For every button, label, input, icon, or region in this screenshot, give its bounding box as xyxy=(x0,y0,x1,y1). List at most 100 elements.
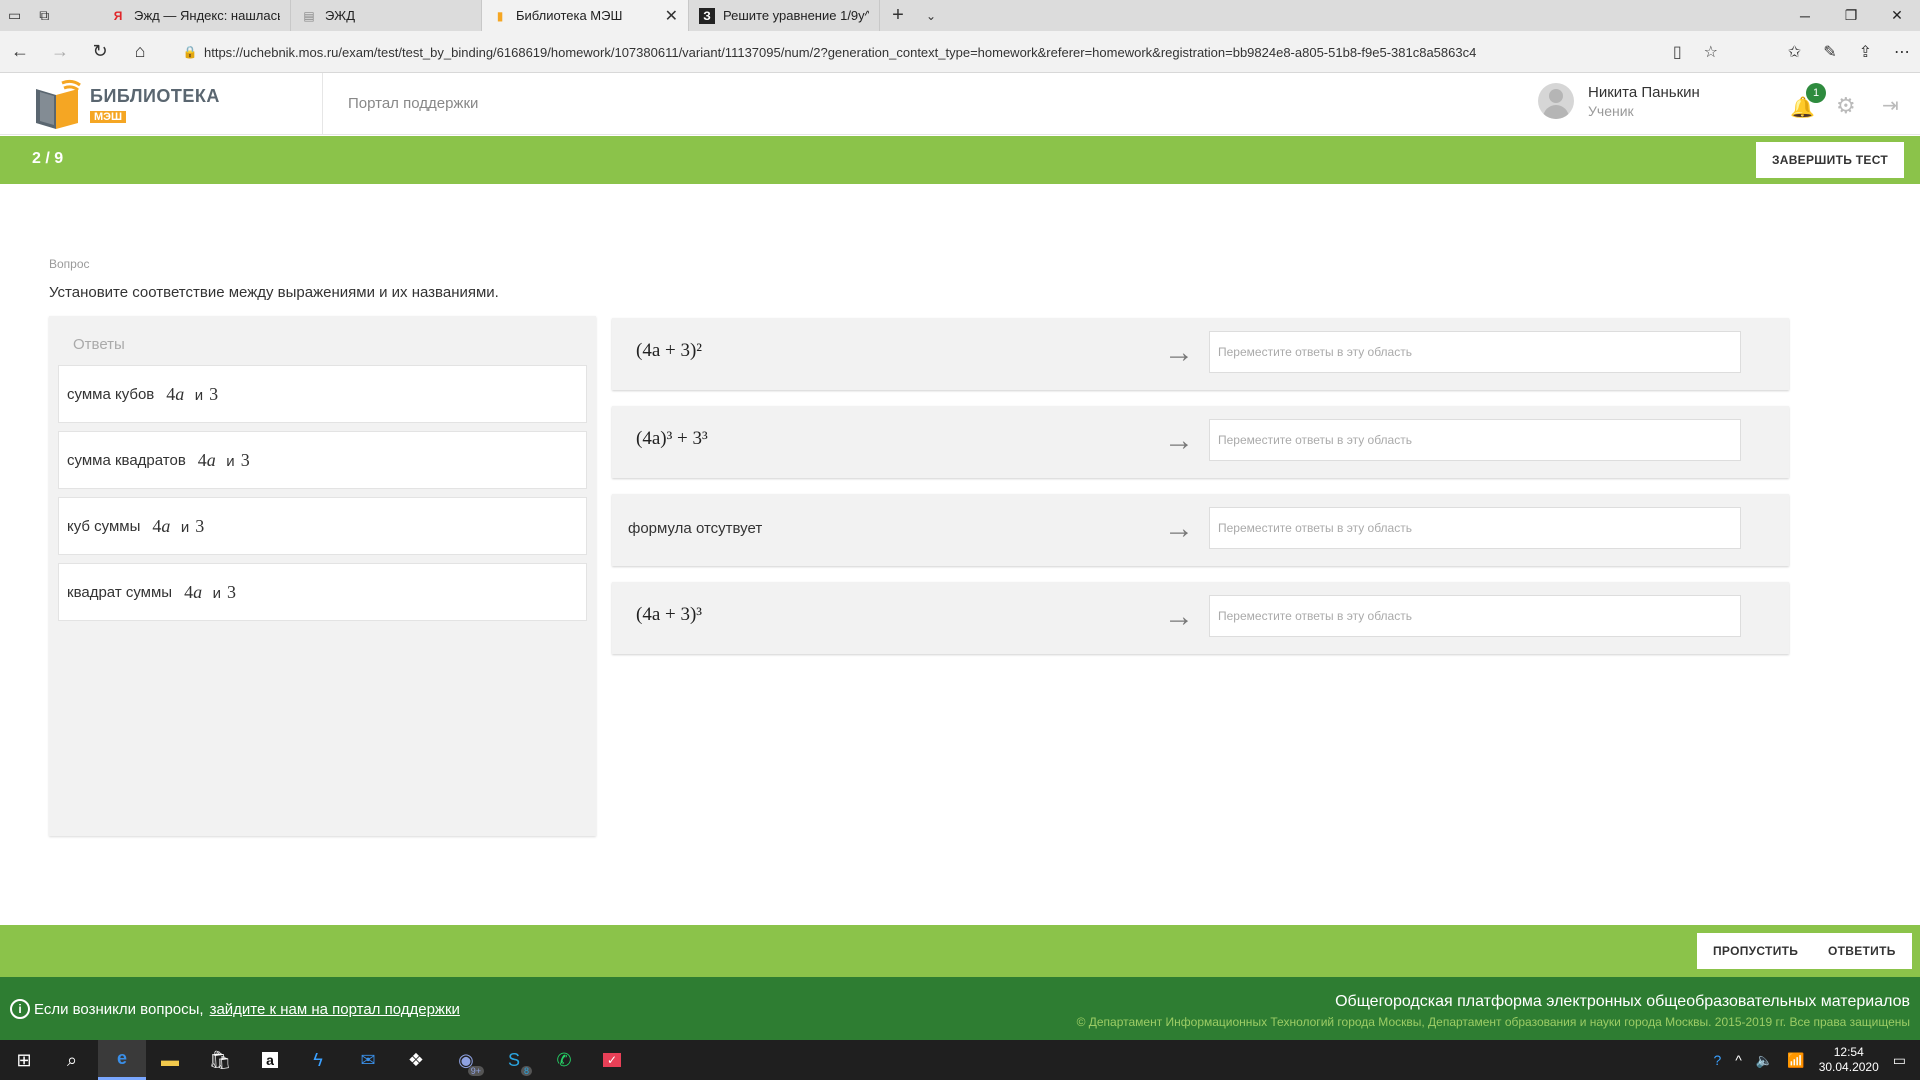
set-aside-tabs-icon[interactable]: ⧉ xyxy=(39,7,49,24)
lock-icon: 🔒 xyxy=(182,45,198,59)
system-tray: ? ^ 🔈 📶 12:54 30.04.2020 ▭ xyxy=(1713,1040,1920,1080)
answer-card[interactable]: куб суммы 4a и3 xyxy=(58,497,587,555)
file-explorer-icon[interactable]: ▬ xyxy=(146,1040,194,1080)
action-bar: ПРОПУСТИТЬ ОТВЕТИТЬ xyxy=(0,925,1920,977)
skype-icon[interactable]: S8 xyxy=(490,1040,538,1080)
avatar xyxy=(1538,83,1574,119)
finish-test-button[interactable]: ЗАВЕРШИТЬ ТЕСТ xyxy=(1755,142,1904,178)
network-icon[interactable]: 📶 xyxy=(1787,1052,1804,1069)
restore-icon[interactable]: ❐ xyxy=(1828,0,1874,31)
volume-icon[interactable]: 🔈 xyxy=(1756,1052,1773,1069)
answer-math: 4a и3 xyxy=(166,383,219,404)
refresh-icon[interactable]: ↻ xyxy=(80,41,120,62)
footer-info-text: Если возникли вопросы, xyxy=(34,1000,204,1018)
store-icon[interactable]: 🛍 xyxy=(196,1040,244,1080)
discord-icon[interactable]: ◉ 9+ xyxy=(442,1040,490,1080)
znanija-favicon-icon: З xyxy=(699,7,715,24)
tab-title: Решите уравнение 1/9y^2- xyxy=(723,8,869,23)
header-divider xyxy=(322,73,323,135)
match-row: формула отсутвует → Переместите ответы в… xyxy=(612,494,1789,566)
formula: (4a + 3)² xyxy=(636,340,702,361)
windows-start-icon[interactable]: ⊞ xyxy=(0,1040,48,1080)
footer-support-link[interactable]: зайдите к нам на портал поддержки xyxy=(210,1001,460,1018)
address-toolbar: ← → ↻ ⌂ 🔒 https://uchebnik.mos.ru/exam/t… xyxy=(0,31,1920,73)
clock-time: 12:54 xyxy=(1833,1045,1864,1059)
favorite-star-icon[interactable]: ☆ xyxy=(1704,42,1718,62)
logo[interactable]: БИБЛИОТЕКА МЭШ xyxy=(32,79,220,131)
user-name: Никита Панькин xyxy=(1588,83,1700,101)
tab-actions: ▭ ⧉ xyxy=(0,0,100,31)
logo-text: БИБЛИОТЕКА МЭШ xyxy=(90,86,220,125)
reading-view-icon[interactable]: ▯ xyxy=(1673,42,1682,62)
answer-math: 4a и3 xyxy=(184,581,236,602)
new-tab-icon[interactable]: + xyxy=(880,0,916,31)
user-info: Никита Панькин Ученик xyxy=(1588,84,1700,119)
tab-preview-icon[interactable]: ▭ xyxy=(8,7,21,24)
mail-icon[interactable]: ✉ xyxy=(344,1040,392,1080)
pen-icon[interactable]: ✎ xyxy=(1823,42,1836,62)
user-profile[interactable]: Никита Панькин Ученик xyxy=(1538,83,1700,119)
notifications-center-icon[interactable]: ▭ xyxy=(1893,1052,1906,1069)
formula: (4a)³ + 3³ xyxy=(636,428,708,449)
whatsapp-icon[interactable]: ✆ xyxy=(540,1040,588,1080)
question-counter: 2 / 9 xyxy=(32,150,64,167)
tab-title: Эжд — Яндекс: нашлась 44 xyxy=(134,8,280,23)
logout-icon[interactable]: ⇥ xyxy=(1882,93,1899,118)
answer-card[interactable]: сумма квадратов 4a и3 xyxy=(58,431,587,489)
match-row: (4a)³ + 3³ → Переместите ответы в эту об… xyxy=(612,406,1789,478)
gear-icon[interactable]: ⚙ xyxy=(1836,93,1856,119)
drop-zone[interactable]: Переместите ответы в эту область xyxy=(1209,331,1741,373)
forward-icon[interactable]: → xyxy=(40,41,80,62)
footer-copyright: © Департамент Информационных Технологий … xyxy=(1076,1015,1910,1029)
home-icon[interactable]: ⌂ xyxy=(120,41,160,62)
support-portal-link[interactable]: Портал поддержки xyxy=(348,95,478,112)
arrow-right-icon: → xyxy=(1164,600,1194,633)
answer-text: сумма кубов xyxy=(67,385,155,403)
back-icon[interactable]: ← xyxy=(0,41,40,62)
browser-tab-bar: ▭ ⧉ Я Эжд — Яндекс: нашлась 44 ▤ ЭЖД ▮ Б… xyxy=(0,0,1920,31)
answer-card[interactable]: квадрат суммы 4a и3 xyxy=(58,563,587,621)
logo-subtitle: МЭШ xyxy=(90,110,127,123)
help-icon[interactable]: ? xyxy=(1713,1052,1721,1068)
answer-text: квадрат суммы xyxy=(67,583,173,601)
answer-button[interactable]: ОТВЕТИТЬ xyxy=(1812,933,1912,969)
browser-tools: ✩ ✎ ⇪ ⋯ xyxy=(1788,31,1910,73)
more-icon[interactable]: ⋯ xyxy=(1894,42,1910,62)
browser-tab-4[interactable]: З Решите уравнение 1/9y^2- xyxy=(689,0,880,31)
tab-title: ЭЖД xyxy=(325,8,355,23)
url-text: https://uchebnik.mos.ru/exam/test/test_b… xyxy=(204,44,1477,60)
match-row: (4a + 3)³ → Переместите ответы в эту обл… xyxy=(612,582,1789,654)
windows-taskbar: ⊞ ⌕ e ▬ 🛍 a ϟ ✉ ❖ ◉ 9+ S8 ✆ ✓ ? ^ 🔈 📶 12:… xyxy=(0,1040,1920,1080)
close-tab-icon[interactable]: ✕ xyxy=(665,6,678,26)
book-favicon-icon: ▮ xyxy=(496,8,504,23)
page-favicon-icon: ▤ xyxy=(303,8,315,23)
favorites-icon[interactable]: ✩ xyxy=(1788,42,1801,62)
edge-browser-icon[interactable]: e xyxy=(98,1040,146,1080)
search-icon[interactable]: ⌕ xyxy=(48,1040,96,1080)
close-window-icon[interactable]: ✕ xyxy=(1874,0,1920,31)
chevron-up-icon[interactable]: ^ xyxy=(1735,1052,1742,1068)
test-progress-bar: 2 / 9 ЗАВЕРШИТЬ ТЕСТ xyxy=(0,136,1920,184)
browser-tab-2[interactable]: ▤ ЭЖД xyxy=(291,0,482,31)
pocket-icon[interactable]: ✓ xyxy=(588,1040,636,1080)
info-icon: i xyxy=(10,999,30,1019)
clock[interactable]: 12:54 30.04.2020 xyxy=(1819,1045,1879,1075)
share-icon[interactable]: ⇪ xyxy=(1859,42,1872,62)
browser-tab-1[interactable]: Я Эжд — Яндекс: нашлась 44 xyxy=(100,0,291,31)
lightning-app-icon[interactable]: ϟ xyxy=(294,1040,342,1080)
tab-list-chevron-icon[interactable]: ⌄ xyxy=(916,0,946,31)
arrow-right-icon: → xyxy=(1164,512,1194,545)
browser-tab-3[interactable]: ▮ Библиотека МЭШ ✕ xyxy=(482,0,689,31)
drop-zone[interactable]: Переместите ответы в эту область xyxy=(1209,595,1741,637)
footer-title: Общегородская платформа электронных обще… xyxy=(1335,993,1910,1010)
drop-zone[interactable]: Переместите ответы в эту область xyxy=(1209,507,1741,549)
skip-button[interactable]: ПРОПУСТИТЬ xyxy=(1697,933,1815,969)
footer-info: i Если возникли вопросы, зайдите к нам н… xyxy=(10,999,460,1019)
minimize-icon[interactable]: ─ xyxy=(1782,0,1828,31)
tab-title: Библиотека МЭШ xyxy=(516,8,623,23)
dropbox-icon[interactable]: ❖ xyxy=(392,1040,440,1080)
url-field[interactable]: 🔒 https://uchebnik.mos.ru/exam/test/test… xyxy=(176,37,1728,67)
amazon-icon[interactable]: a xyxy=(246,1040,294,1080)
answer-card[interactable]: сумма кубов 4a и3 xyxy=(58,365,587,423)
drop-zone[interactable]: Переместите ответы в эту область xyxy=(1209,419,1741,461)
